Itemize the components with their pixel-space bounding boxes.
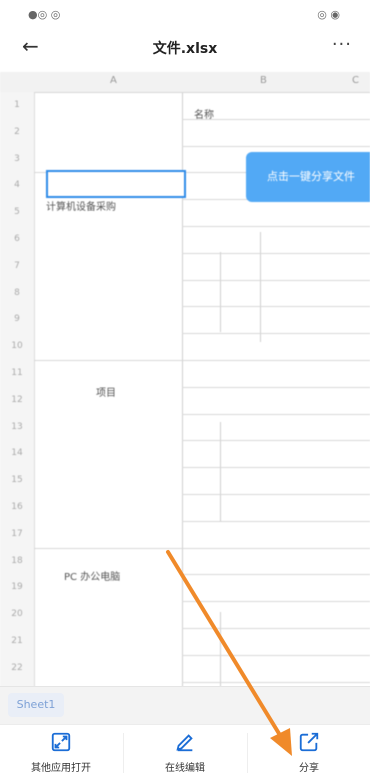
title-bar: ← 文件.xlsx ··· — [0, 28, 370, 68]
pencil-icon — [176, 734, 193, 752]
row-line — [34, 360, 370, 361]
row-line — [182, 413, 370, 415]
edit-online-button[interactable]: 在线编辑 — [124, 731, 246, 774]
row-number[interactable]: 5 — [0, 199, 34, 226]
cell-b3[interactable]: 计算机设备采购 — [46, 198, 116, 213]
edit-online-label: 在线编辑 — [165, 763, 205, 774]
row-number[interactable]: 2 — [0, 119, 34, 146]
column-a-header: A — [110, 75, 117, 86]
row-line — [182, 333, 370, 335]
row-number[interactable]: 16 — [0, 494, 34, 521]
row-number[interactable]: 12 — [0, 387, 34, 414]
row-number[interactable]: 21 — [0, 628, 34, 655]
status-right: ◎ ◉ — [317, 8, 340, 21]
row-number[interactable]: 9 — [0, 306, 34, 333]
row-number[interactable]: 1 — [0, 92, 34, 119]
row-number[interactable]: 4 — [0, 172, 34, 199]
row-number[interactable]: 13 — [0, 414, 34, 441]
open-with-other-app-label: 其他应用打开 — [31, 763, 91, 774]
row-line — [182, 681, 370, 683]
row-line — [182, 574, 370, 576]
row-line — [182, 279, 370, 281]
sheet-tab-bar: Sheet1 — [0, 686, 370, 725]
open-with-other-app-button[interactable]: 其他应用打开 — [0, 731, 122, 774]
column-c-header: C — [352, 75, 359, 86]
row-number[interactable]: 20 — [0, 601, 34, 628]
row-line — [182, 252, 370, 254]
row-line — [34, 92, 370, 93]
cell-b10[interactable]: 项目 — [96, 384, 116, 399]
share-button[interactable]: 分享 — [248, 731, 370, 774]
row-number[interactable]: 10 — [0, 333, 34, 360]
row-number[interactable]: 15 — [0, 467, 34, 494]
row-number[interactable]: 7 — [0, 253, 34, 280]
status-bar: ●◎ ◎ ◎ ◉ — [0, 0, 370, 28]
grid-divider — [260, 232, 261, 342]
row-number[interactable]: 14 — [0, 440, 34, 467]
row-line — [182, 601, 370, 603]
row-line — [182, 306, 370, 308]
expand-icon — [51, 732, 71, 752]
row-line — [182, 226, 370, 227]
row-number[interactable]: 19 — [0, 574, 34, 601]
row-line — [182, 145, 370, 147]
row-number[interactable]: 3 — [0, 146, 34, 173]
share-label: 分享 — [299, 763, 319, 774]
row-line — [182, 654, 370, 656]
more-icon[interactable]: ··· — [332, 34, 352, 55]
page-title: 文件.xlsx — [152, 41, 218, 57]
share-icon — [299, 732, 319, 752]
row-line — [182, 467, 370, 469]
selected-cell[interactable] — [46, 170, 186, 198]
column-header: A B C — [0, 72, 370, 93]
row-line — [182, 494, 370, 495]
grid-divider — [220, 422, 221, 522]
cell-c1[interactable]: 名称 — [194, 106, 214, 121]
grid-divider — [220, 252, 221, 332]
row-number-column: 1234567891011121314151617181920212223 — [0, 92, 35, 712]
row-line — [182, 520, 370, 522]
sheet-tab-sheet1[interactable]: Sheet1 — [8, 693, 64, 717]
row-line — [182, 440, 370, 442]
bottom-action-bar: 其他应用打开 在线编辑 分享 — [0, 724, 370, 782]
row-number[interactable]: 8 — [0, 280, 34, 307]
row-line — [182, 386, 370, 388]
status-left: ●◎ ◎ — [28, 8, 61, 21]
row-number[interactable]: 17 — [0, 521, 34, 548]
row-line — [182, 628, 370, 629]
share-hint-toast: 点击一键分享文件 — [246, 152, 370, 202]
column-b-header: B — [260, 75, 267, 86]
row-number[interactable]: 6 — [0, 226, 34, 253]
row-number[interactable]: 18 — [0, 548, 34, 575]
row-number[interactable]: 22 — [0, 655, 34, 682]
spreadsheet-view[interactable]: A B C 1 2 3 4 5 6 7 8 9 10 11 12 13 14 15 16 17 18 19 20 21 2… — [0, 72, 370, 712]
row-line — [34, 547, 370, 549]
cell-b18[interactable]: PC 办公电脑 — [64, 568, 120, 583]
row-number[interactable]: 11 — [0, 360, 34, 387]
